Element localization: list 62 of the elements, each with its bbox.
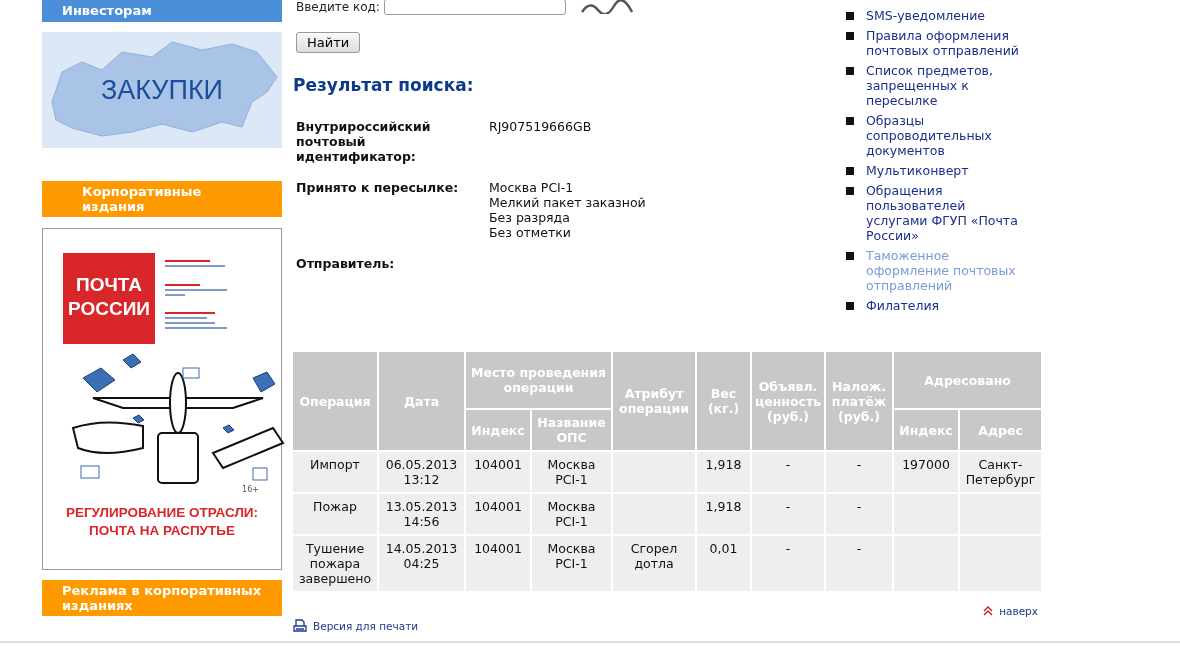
- field-label: Отправитель:: [296, 256, 396, 271]
- table-cell: Москва PCI-1: [532, 452, 611, 492]
- table-cell: 104001: [466, 494, 530, 534]
- side-link[interactable]: Обращения пользователей услугами ФГУП «Почта России»: [866, 183, 1024, 243]
- table-cell: Тушение пожара завершено: [293, 536, 377, 591]
- side-link[interactable]: SMS-уведомление: [866, 8, 985, 23]
- table-cell: 104001: [466, 536, 530, 591]
- double-chevron-icon: [983, 606, 994, 616]
- table-cell: Пожар: [293, 494, 377, 534]
- table-cell: -: [826, 494, 892, 534]
- bullet-icon: [846, 252, 854, 260]
- find-button[interactable]: Найти: [296, 32, 361, 53]
- table-cell: 197000: [894, 452, 958, 492]
- bullet-icon: [846, 302, 854, 310]
- age-rating: 16+: [242, 485, 259, 494]
- print-link[interactable]: Версия для печати: [293, 619, 419, 633]
- table-cell: -: [826, 536, 892, 591]
- table-cell: Москва PCI-1: [532, 494, 611, 534]
- table-cell: -: [826, 452, 892, 492]
- bullet-icon: [846, 12, 854, 20]
- side-link[interactable]: Правила оформления почтовых отправлений: [866, 28, 1024, 58]
- field-value: Без отметки: [489, 225, 572, 240]
- result-title: Результат поиска:: [293, 75, 475, 95]
- side-link[interactable]: Список предметов, запрещенных к пересылке: [866, 63, 1024, 108]
- captcha-image: [579, 0, 636, 14]
- magazine-cover[interactable]: ПОЧТА РОССИИ 16+ РЕГУЛИРОВАНИЕ ОТРАСЛИ: ПОЧТА НА РАСПУТЬЕ: [42, 228, 282, 570]
- bullet-icon: [846, 32, 854, 40]
- table-cell: 1,918: [697, 452, 750, 492]
- table-cell: -: [752, 494, 824, 534]
- table-cell: -: [752, 452, 824, 492]
- table-cell: 0,01: [697, 536, 750, 591]
- table-cell: 1,918: [697, 494, 750, 534]
- back-to-top-link[interactable]: наверх: [983, 605, 1038, 617]
- printer-icon: [293, 619, 307, 633]
- bullet-icon: [846, 117, 854, 125]
- table-cell: 14.05.2013 04:25: [379, 536, 464, 591]
- code-label: Введите код:: [296, 0, 380, 14]
- banner[interactable]: ЗАКУПКИ: [42, 32, 282, 148]
- table-cell: 06.05.2013 13:12: [379, 452, 464, 492]
- field-label: Принято к пересылке:: [296, 180, 460, 195]
- side-link[interactable]: Мультиконверт: [866, 163, 969, 178]
- table-cell: 13.05.2013 14:56: [379, 494, 464, 534]
- field-value: Мелкий пакет заказной: [489, 195, 646, 210]
- cover-headline: РЕГУЛИРОВАНИЕ ОТРАСЛИ: ПОЧТА НА РАСПУТЬЕ: [64, 504, 260, 540]
- magazine-logo: ПОЧТА РОССИИ: [63, 253, 155, 344]
- table-cell: Москва PCI-1: [532, 536, 611, 591]
- banner-title: ЗАКУПКИ: [100, 74, 223, 106]
- table-cell: -: [752, 536, 824, 591]
- field-label: Внутрироссийский почтовый идентификатор:: [296, 119, 432, 164]
- bullet-icon: [846, 67, 854, 75]
- field-value: RJ907519666GB: [489, 119, 592, 134]
- bullet-icon: [846, 187, 854, 195]
- table-cell: 104001: [466, 452, 530, 492]
- field-value: Москва PCI-1: [489, 180, 575, 195]
- side-link[interactable]: Образцы сопроводительных документов: [866, 113, 1024, 158]
- field-value: Без разряда: [489, 210, 571, 225]
- bullet-icon: [846, 167, 854, 175]
- table-cell: Санкт-Петербург: [960, 452, 1042, 492]
- table-cell: Импорт: [293, 452, 377, 492]
- table-cell: Сгорел дотла: [613, 536, 695, 591]
- code-field[interactable]: [383, 0, 566, 15]
- side-link[interactable]: Филателия: [866, 298, 940, 313]
